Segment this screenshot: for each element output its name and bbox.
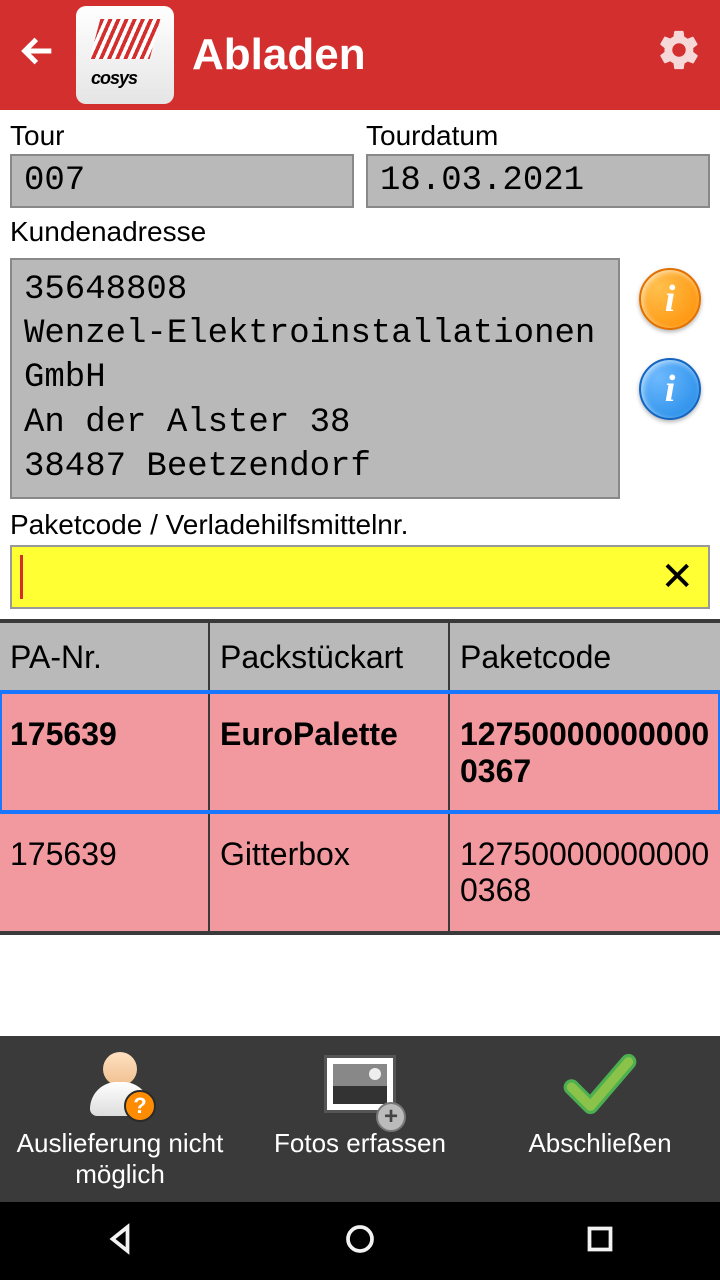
settings-button[interactable] bbox=[656, 27, 702, 84]
photo-add-icon: + bbox=[322, 1046, 398, 1122]
info-button-blue[interactable]: i bbox=[639, 358, 701, 420]
cell-paketcode: 127500000000000368 bbox=[450, 814, 720, 932]
page-title: Abladen bbox=[192, 30, 638, 80]
tourdate-label: Tourdatum bbox=[366, 120, 710, 152]
delivery-not-possible-button[interactable]: ? Auslieferung nicht möglich bbox=[0, 1046, 240, 1190]
tourdate-value: 18.03.2021 bbox=[366, 154, 710, 208]
nav-recent-button[interactable] bbox=[582, 1221, 618, 1262]
app-header: cosys Abladen bbox=[0, 0, 720, 110]
tour-label: Tour bbox=[10, 120, 354, 152]
info-button-orange[interactable]: i bbox=[639, 268, 701, 330]
action-label: Auslieferung nicht möglich bbox=[10, 1128, 230, 1190]
th-pa-nr: PA-Nr. bbox=[0, 623, 210, 692]
action-label: Fotos erfassen bbox=[274, 1128, 446, 1159]
th-packstueckart: Packstückart bbox=[210, 623, 450, 692]
package-table: PA-Nr. Packstückart Paketcode 175639 Eur… bbox=[0, 619, 720, 935]
clear-input-button[interactable]: ✕ bbox=[654, 554, 700, 600]
customer-address: 35648808 Wenzel-Elektroinstallationen Gm… bbox=[10, 258, 620, 499]
content-area: Tour 007 Tourdatum 18.03.2021 Kundenadre… bbox=[0, 110, 720, 1036]
table-row[interactable]: 175639 EuroPalette 127500000000000367 bbox=[0, 692, 720, 812]
back-button[interactable] bbox=[18, 28, 58, 83]
person-question-icon: ? bbox=[82, 1046, 158, 1122]
cell-pa-nr: 175639 bbox=[0, 814, 210, 932]
scan-input[interactable] bbox=[29, 560, 654, 594]
app-root: cosys Abladen Tour 007 Tourdatum 18.03.2… bbox=[0, 0, 720, 1280]
nav-back-button[interactable] bbox=[102, 1221, 138, 1262]
action-label: Abschließen bbox=[528, 1128, 671, 1159]
scan-input-container[interactable]: ✕ bbox=[10, 545, 710, 609]
bottom-action-bar: ? Auslieferung nicht möglich + Fotos erf… bbox=[0, 1036, 720, 1202]
app-logo: cosys bbox=[76, 6, 174, 104]
tour-value: 007 bbox=[10, 154, 354, 208]
cell-paketcode: 127500000000000367 bbox=[450, 694, 720, 812]
table-header: PA-Nr. Packstückart Paketcode bbox=[0, 623, 720, 692]
cell-packstueckart: EuroPalette bbox=[210, 694, 450, 812]
address-label: Kundenadresse bbox=[10, 216, 710, 248]
scan-label: Paketcode / Verladehilfsmittelnr. bbox=[10, 509, 710, 541]
nav-home-button[interactable] bbox=[342, 1221, 378, 1262]
th-paketcode: Paketcode bbox=[450, 623, 720, 692]
android-nav-bar bbox=[0, 1202, 720, 1280]
checkmark-icon bbox=[562, 1046, 638, 1122]
capture-photos-button[interactable]: + Fotos erfassen bbox=[240, 1046, 480, 1159]
cell-pa-nr: 175639 bbox=[0, 694, 210, 812]
text-cursor bbox=[20, 555, 23, 599]
finish-button[interactable]: Abschließen bbox=[480, 1046, 720, 1159]
cell-packstueckart: Gitterbox bbox=[210, 814, 450, 932]
table-row[interactable]: 175639 Gitterbox 127500000000000368 bbox=[0, 812, 720, 932]
